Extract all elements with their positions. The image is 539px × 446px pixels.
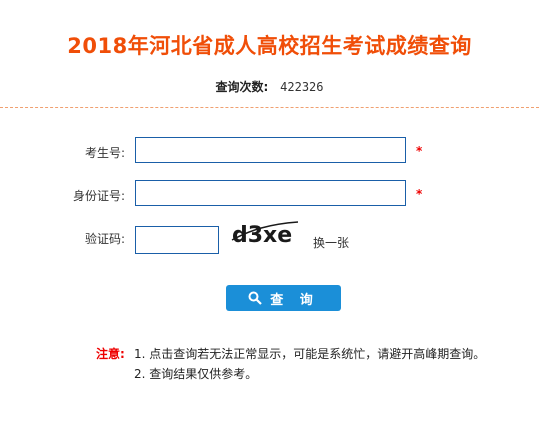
id-no-input[interactable] (135, 180, 406, 206)
note-item: 1. 点击查询若无法正常显示，可能是系统忙，请避开高峰期查询。 (134, 347, 486, 361)
submit-query-label: 查 询 (270, 292, 319, 308)
id-no-required-mark: * (416, 187, 423, 201)
exam-no-required-mark: * (416, 144, 423, 158)
exam-no-label: 考生号: (84, 146, 125, 160)
query-count: 查询次数: 422326 (0, 78, 539, 95)
exam-no-input[interactable] (135, 137, 406, 163)
header-divider (0, 107, 539, 108)
refresh-captcha-link[interactable]: 换一张 (313, 234, 349, 251)
search-icon (248, 291, 263, 305)
captcha-label: 验证码: (84, 232, 125, 246)
note-item: 2. 查询结果仅供参考。 (134, 367, 258, 381)
query-count-label: 查询次数: (215, 80, 269, 94)
notes-label: 注意: (96, 347, 125, 361)
id-no-label: 身份证号: (72, 189, 125, 203)
captcha-image[interactable]: d3xe (230, 216, 302, 252)
query-count-value: 422326 (280, 80, 324, 94)
captcha-input[interactable] (135, 226, 219, 254)
page-title: 2018年河北省成人高校招生考试成绩查询 (67, 34, 472, 58)
notes-list: 1. 点击查询若无法正常显示，可能是系统忙，请避开高峰期查询。 2. 查询结果仅… (134, 344, 485, 384)
submit-query-button[interactable]: 查 询 (226, 285, 341, 311)
